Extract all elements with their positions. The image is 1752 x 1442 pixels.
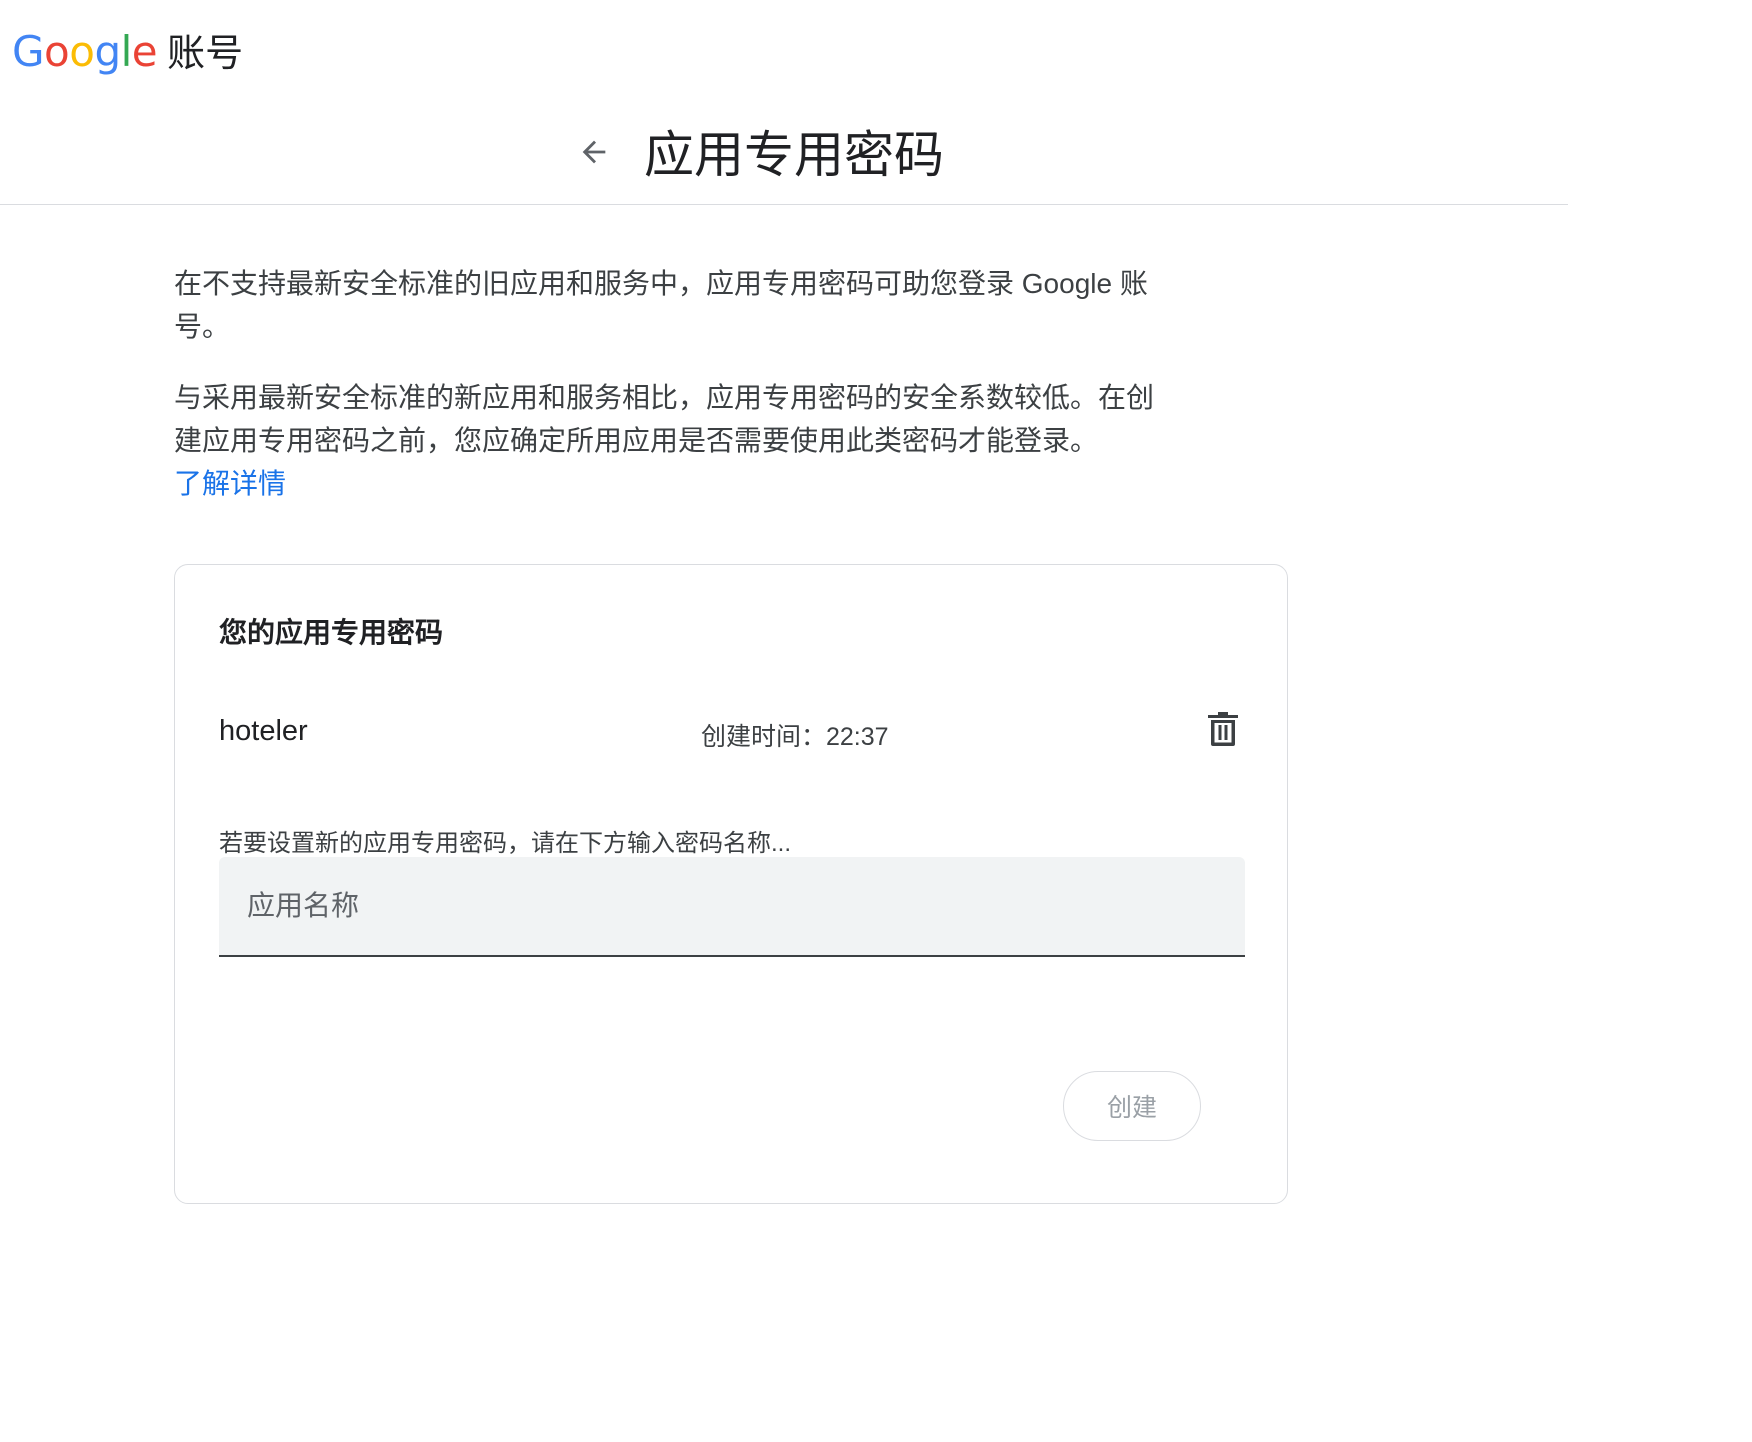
create-button[interactable]: 创建 xyxy=(1063,1071,1201,1141)
intro-paragraph-1: 在不支持最新安全标准的旧应用和服务中，应用专用密码可助您登录 Google 账号… xyxy=(174,268,1148,342)
top-bar: Google 账号 xyxy=(0,0,1568,100)
learn-more-link[interactable]: 了解详情 xyxy=(174,462,286,505)
arrow-left-icon xyxy=(582,140,606,164)
intro-text: 在不支持最新安全标准的旧应用和服务中，应用专用密码可助您登录 Google 账号… xyxy=(174,262,1164,533)
delete-password-button[interactable] xyxy=(1201,707,1245,751)
app-passwords-page: Google 账号 应用专用密码 在不支持最新安全标准的旧应用和服务中，应用专用… xyxy=(0,0,1568,1291)
intro-paragraph-2: 与采用最新安全标准的新应用和服务相比，应用专用密码的安全系数较低。在创建应用专用… xyxy=(174,376,1164,505)
app-name-input[interactable] xyxy=(219,857,1245,955)
trash-icon xyxy=(1208,712,1238,746)
app-name-field xyxy=(219,857,1245,957)
google-account-brand[interactable]: Google 账号 xyxy=(12,22,243,77)
google-logo: Google xyxy=(12,27,158,76)
app-password-name: hoteler xyxy=(219,715,308,747)
page-title: 应用专用密码 xyxy=(644,127,944,183)
intro-paragraph-2-text: 与采用最新安全标准的新应用和服务相比，应用专用密码的安全系数较低。在创建应用专用… xyxy=(174,382,1155,456)
card-title: 您的应用专用密码 xyxy=(219,617,444,648)
app-password-row: hoteler 创建时间：22:37 xyxy=(219,705,1245,761)
app-passwords-card: 您的应用专用密码 hoteler 创建时间：22:37 若要设置新的应用专用密码… xyxy=(174,564,1288,1204)
back-button[interactable] xyxy=(572,130,616,174)
product-name: 账号 xyxy=(167,33,244,75)
new-password-hint: 若要设置新的应用专用密码，请在下方输入密码名称... xyxy=(219,830,792,857)
app-password-created-time: 创建时间：22:37 xyxy=(701,723,889,751)
title-bar: 应用专用密码 xyxy=(0,100,1568,205)
